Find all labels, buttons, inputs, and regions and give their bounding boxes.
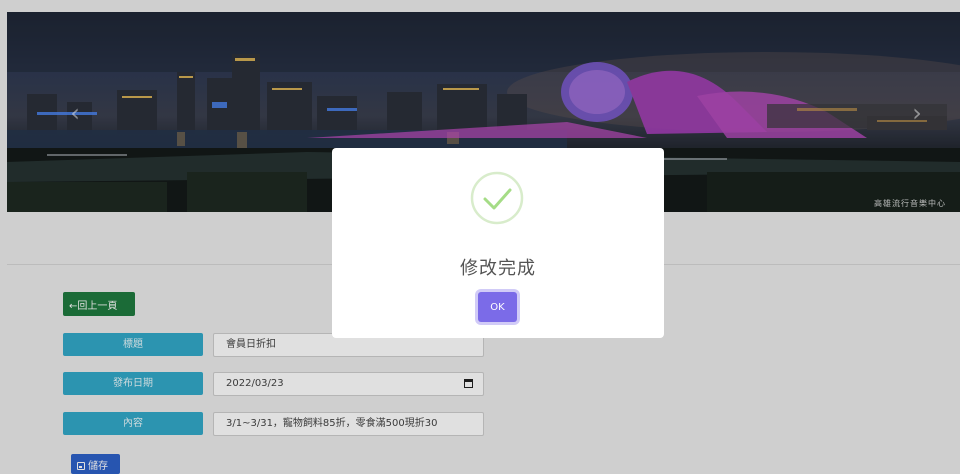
dialog-title: 修改完成 bbox=[460, 258, 536, 279]
success-check-icon bbox=[470, 171, 524, 225]
ok-button[interactable]: OK bbox=[478, 292, 517, 322]
success-dialog: 修改完成 OK bbox=[332, 148, 664, 338]
page: ‹ › 高雄流行音樂中心 ←回上一頁 標題 會員日折扣 發布日期 2022/03… bbox=[0, 0, 960, 474]
